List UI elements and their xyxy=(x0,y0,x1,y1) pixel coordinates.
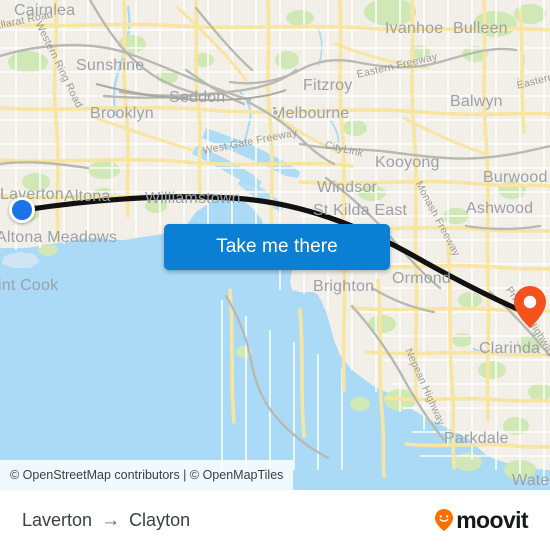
route-destination-label: Clayton xyxy=(129,509,191,530)
origin-marker-laverton[interactable] xyxy=(9,197,35,223)
footer-bar: Laverton → Clayton moovit xyxy=(0,490,550,550)
moovit-route-map-screen: Cairnlea Sunshine Seddon Brooklyn Melbourne F… xyxy=(0,0,550,550)
destination-marker-clayton[interactable] xyxy=(513,285,547,329)
map-attribution: © OpenStreetMap contributors | © OpenMap… xyxy=(0,460,294,490)
moovit-pin-icon xyxy=(434,508,454,532)
route-summary: Laverton → Clayton xyxy=(22,510,190,531)
arrow-right-icon: → xyxy=(101,509,121,531)
route-origin-label: Laverton xyxy=(22,509,93,530)
attribution-text[interactable]: © OpenStreetMap contributors | © OpenMap… xyxy=(10,468,283,482)
melbourne-cbd-dot xyxy=(272,109,279,116)
moovit-wordmark: moovit xyxy=(456,506,528,533)
take-me-there-button[interactable]: Take me there xyxy=(164,224,390,270)
map-canvas[interactable]: Cairnlea Sunshine Seddon Brooklyn Melbourne F… xyxy=(0,0,550,490)
moovit-logo[interactable]: moovit xyxy=(434,506,529,534)
